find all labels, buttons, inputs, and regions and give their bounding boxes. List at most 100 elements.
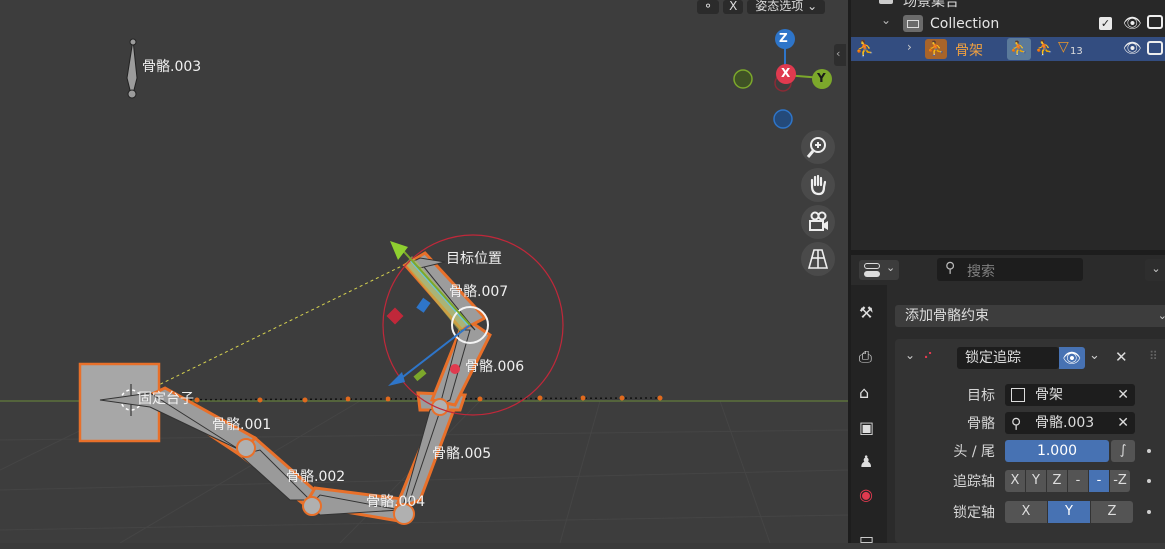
- armature-object-icon: ⛹: [925, 39, 947, 59]
- tool-tab-icon[interactable]: ⚒: [859, 303, 879, 323]
- gizmo-z-plane[interactable]: [416, 297, 431, 313]
- drag-handle-icon[interactable]: ⠿: [1149, 349, 1158, 363]
- overlay-icon[interactable]: ⚬: [697, 0, 720, 14]
- scene-tab-icon[interactable]: ♟: [859, 452, 879, 472]
- search-placeholder: 搜索: [967, 264, 995, 280]
- zoom-icon: [806, 137, 826, 158]
- gizmo-x-plane[interactable]: [386, 307, 404, 325]
- camera-view-button[interactable]: [801, 205, 835, 239]
- zoom-button[interactable]: [801, 130, 835, 164]
- checkbox-icon[interactable]: ✓: [1099, 17, 1112, 30]
- track-axis-option[interactable]: -: [1068, 470, 1088, 492]
- axis-x-label: X: [781, 66, 791, 80]
- collection-icon: [879, 0, 893, 4]
- lock-axis-option[interactable]: Y: [1048, 501, 1090, 523]
- viewport-x-button[interactable]: X: [723, 0, 744, 14]
- editor-type-dropdown[interactable]: ⌄: [859, 260, 899, 280]
- pose-icon[interactable]: ⛹: [1035, 39, 1054, 57]
- bone-constraints-content: 添加骨骼约束 ⌄ ⌄ ⠔ 锁定追踪 👁 ⌄ ✕ ⠿ 目标 骨架 ✕ 骨骼 ⚲ 骨…: [887, 285, 1165, 543]
- eye-icon[interactable]: 👁: [1123, 39, 1142, 57]
- render-camera-icon[interactable]: [1147, 41, 1163, 55]
- lock-axis-option[interactable]: Z: [1091, 501, 1133, 523]
- armature-count: 13: [1070, 46, 1083, 57]
- eye-icon[interactable]: 👁: [1059, 347, 1085, 369]
- head-tail-slider[interactable]: 1.000: [1005, 440, 1109, 462]
- render-tab-icon[interactable]: ⎙: [859, 347, 879, 367]
- lock-axis-label: 锁定轴: [953, 505, 995, 521]
- track-axis-option[interactable]: Y: [1026, 470, 1046, 492]
- chevron-down-icon[interactable]: ⌄: [881, 13, 891, 27]
- toggle-icon-lower: [864, 271, 880, 277]
- track-axis-option[interactable]: Z: [1047, 470, 1067, 492]
- properties-panel[interactable]: ⌄ ⚲ 搜索 ⌄ ⚒ ⎙ ⌂ ▣ ♟ ◉ ▭ 添加骨骼约束 ⌄ ⌄ ⠔ 锁定追踪…: [851, 255, 1165, 548]
- close-icon[interactable]: ✕: [1117, 384, 1129, 406]
- track-axis-option[interactable]: X: [1005, 470, 1025, 492]
- sidebar-toggle[interactable]: ‹: [834, 44, 846, 66]
- axis-z-label: Z: [779, 31, 788, 45]
- track-axis-label: 追踪轴: [953, 474, 995, 490]
- hand-pan-icon: [810, 174, 827, 196]
- armature-data-icon[interactable]: ⛹: [1007, 38, 1031, 60]
- perspective-toggle-button[interactable]: [801, 242, 835, 276]
- search-field[interactable]: ⚲ 搜索: [937, 258, 1083, 281]
- close-icon[interactable]: ✕: [1115, 348, 1128, 366]
- outliner-panel[interactable]: 场景集合 ⌄ Collection ✓ 👁 ⛹ › ⛹ 骨架 ⛹ ⛹ ▽ 13 …: [851, 0, 1165, 250]
- axis-y-label: Y: [817, 71, 826, 85]
- eye-icon[interactable]: 👁: [1123, 14, 1142, 32]
- bone-field[interactable]: ⚲ 骨骼.003 ✕: [1005, 412, 1135, 434]
- pan-button[interactable]: [801, 168, 835, 202]
- close-icon[interactable]: ✕: [1117, 412, 1129, 434]
- keyframe-dot[interactable]: [1147, 510, 1151, 514]
- bone-icon: ⚲: [1011, 416, 1022, 432]
- chevron-down-icon[interactable]: ⌄: [905, 348, 915, 362]
- bbone-shape-icon[interactable]: ∫: [1111, 440, 1135, 462]
- outliner-row-scene-collection[interactable]: 场景集合: [851, 0, 1165, 12]
- bone-constraint-icon[interactable]: ▽: [1058, 39, 1069, 55]
- pose-options-label: 姿态选项: [755, 0, 804, 13]
- target-label: 目标: [967, 388, 995, 404]
- chevron-down-icon: ⌄: [1157, 309, 1165, 322]
- object-tab-icon[interactable]: ▭: [859, 529, 879, 549]
- keyframe-dot[interactable]: [1147, 449, 1151, 453]
- viewport-scene[interactable]: [0, 0, 848, 543]
- chevron-down-icon[interactable]: ⌄: [1089, 348, 1100, 363]
- object-icon: [1011, 388, 1025, 402]
- gizmo-x-handle[interactable]: [450, 364, 460, 374]
- track-axis-option[interactable]: -: [1089, 470, 1109, 492]
- pose-options-dropdown[interactable]: 姿态选项 ⌄: [747, 0, 826, 14]
- head-tail-label: 头 / 尾: [953, 444, 995, 460]
- chevron-right-icon[interactable]: ›: [907, 40, 912, 54]
- view-layer-tab-icon[interactable]: ▣: [859, 418, 879, 438]
- target-field[interactable]: 骨架 ✕: [1005, 384, 1135, 406]
- options-dropdown[interactable]: ⌄: [1145, 259, 1165, 281]
- 3d-viewport[interactable]: ⚬ X 姿态选项 ⌄ Z X Y 骨骼.003 目标位置 骨骼.007 骨骼.0…: [0, 0, 848, 543]
- head-tail-value: 1.000: [1036, 443, 1078, 459]
- viewport-header-right: ⚬ X 姿态选项 ⌄: [697, 0, 826, 14]
- bone-value: 骨骼.003: [1035, 415, 1095, 431]
- lock-axis-selector[interactable]: XYZ: [1005, 501, 1135, 523]
- add-constraint-label: 添加骨骼约束: [905, 308, 989, 324]
- gizmo-y-plane[interactable]: [413, 368, 427, 382]
- label-base: 固定台子: [138, 391, 194, 407]
- bone-label: 骨骼: [967, 416, 995, 432]
- lock-axis-option[interactable]: X: [1005, 501, 1047, 523]
- render-camera-icon[interactable]: [1147, 15, 1163, 29]
- constraint-name-field[interactable]: 锁定追踪: [957, 347, 1059, 369]
- label-bone-003: 骨骼.003: [142, 59, 202, 75]
- pose-mode-icon[interactable]: ⛹: [855, 39, 875, 58]
- target-value: 骨架: [1035, 387, 1063, 403]
- outliner-row-armature[interactable]: ⛹ › ⛹ 骨架 ⛹ ⛹ ▽ 13 👁: [851, 37, 1165, 61]
- output-tab-icon[interactable]: ⌂: [859, 383, 879, 403]
- target-relation-line: [127, 261, 411, 401]
- bone-003-shape[interactable]: [126, 39, 138, 99]
- toggle-icon: [864, 263, 880, 269]
- label-target: 目标位置: [446, 251, 502, 267]
- keyframe-dot[interactable]: [1147, 479, 1151, 483]
- outliner-row-collection[interactable]: ⌄ Collection ✓ 👁: [851, 12, 1165, 36]
- world-tab-icon[interactable]: ◉: [859, 485, 879, 505]
- track-axis-option[interactable]: -Z: [1110, 470, 1130, 492]
- chevron-down-icon: ⌄: [886, 261, 896, 274]
- track-axis-selector[interactable]: X Y Z - - -Z: [1005, 470, 1135, 492]
- track-constraint-icon: ⠔: [923, 347, 934, 363]
- add-bone-constraint-dropdown[interactable]: 添加骨骼约束 ⌄: [895, 305, 1165, 327]
